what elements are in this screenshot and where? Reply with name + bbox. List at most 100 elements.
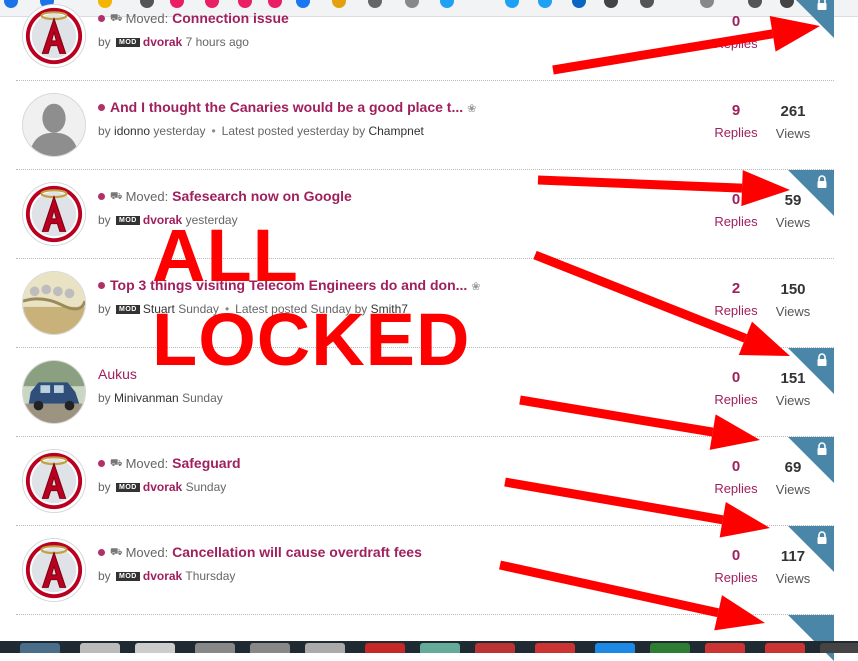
taskbar-app-icon[interactable] (250, 643, 290, 653)
attachment-icon: ❀ (467, 103, 477, 115)
post-time: Sunday (182, 391, 223, 405)
taskbar-app-icon[interactable] (765, 643, 805, 653)
lock-icon (817, 353, 827, 366)
moved-truck-icon: ⛟ (110, 546, 123, 558)
topic-row[interactable]: ⛟ Moved: Cancellation will cause overdraf… (16, 526, 834, 615)
views-label: Views (775, 215, 811, 230)
by-label: by (98, 35, 111, 49)
taskbar-app-icon[interactable] (650, 643, 690, 653)
taskbar-app-icon[interactable] (475, 643, 515, 653)
views-label: Views (775, 126, 811, 141)
taskbar (0, 641, 858, 653)
user-avatar[interactable] (22, 93, 86, 157)
angels-logo-icon (23, 539, 85, 601)
moved-truck-icon: ⛟ (110, 12, 123, 24)
taskbar-app-icon[interactable] (820, 643, 858, 653)
replies-label: Replies (714, 392, 758, 407)
replies-label: Replies (714, 303, 758, 318)
author-link[interactable]: dvorak (143, 35, 182, 49)
topic-meta-line: by Minivanman Sunday (98, 391, 658, 409)
taskbar-app-icon[interactable] (135, 643, 175, 653)
annotation-text-locked: LOCKED (152, 298, 471, 381)
author-link[interactable]: dvorak (143, 569, 182, 583)
unread-dot-icon (98, 281, 105, 289)
taskbar-app-icon[interactable] (195, 643, 235, 653)
topic-title-line: ⛟ Moved: Cancellation will cause overdraf… (98, 544, 678, 564)
taskbar-app-icon[interactable] (705, 643, 745, 653)
replies-stat: 0 Replies (706, 191, 766, 229)
topic-title-line: And I thought the Canaries would be a go… (98, 99, 678, 119)
topic-title-link[interactable]: Aukus (98, 366, 137, 382)
latest-prefix: Latest posted (221, 124, 294, 138)
angels-logo-icon (23, 450, 85, 512)
by-label: by (98, 569, 111, 583)
user-avatar[interactable] (22, 271, 86, 335)
latest-author-link[interactable]: Champnet (368, 124, 423, 138)
moved-label: Moved: (125, 456, 169, 471)
user-avatar[interactable] (22, 182, 86, 246)
angels-logo-icon (23, 183, 85, 245)
topic-title-link[interactable]: Cancellation will cause overdraft fees (172, 544, 422, 560)
by-label: by (98, 480, 111, 494)
lock-icon (817, 175, 827, 188)
taskbar-app-icon[interactable] (595, 643, 635, 653)
replies-count: 2 (731, 280, 741, 297)
topic-title-link[interactable]: Connection issue (172, 10, 289, 26)
post-time: Thursday (185, 569, 236, 583)
taskbar-app-icon[interactable] (535, 643, 575, 653)
user-avatar[interactable] (22, 538, 86, 602)
views-label: Views (775, 393, 811, 408)
replies-stat: 0 Replies (706, 369, 766, 407)
views-stat: 150 Views (763, 281, 823, 319)
replies-count: 0 (731, 547, 741, 564)
replies-stat: 0 Replies (706, 13, 766, 51)
views-count: 261 (780, 103, 806, 120)
post-time: Sunday (185, 480, 227, 494)
topic-row[interactable]: And I thought the Canaries would be a go… (16, 81, 834, 170)
topic-title-link[interactable]: Safesearch now on Google (172, 188, 352, 204)
replies-label: Replies (714, 570, 758, 585)
user-avatar[interactable] (22, 449, 86, 513)
moderator-badge: MOD (116, 305, 140, 315)
replies-stat: 9 Replies (706, 102, 766, 140)
topic-title-link[interactable]: Safeguard (172, 455, 240, 471)
taskbar-app-icon[interactable] (20, 643, 60, 653)
topic-row[interactable]: ⛟ Moved: Safesearch now on Google by MOD dv… (16, 170, 834, 259)
author-link[interactable]: idonno (114, 124, 150, 138)
views-label: Views (775, 571, 811, 586)
unread-dot-icon (98, 14, 105, 22)
moderator-badge: MOD (116, 38, 140, 48)
author-link[interactable]: dvorak (143, 480, 182, 494)
taskbar-app-icon[interactable] (365, 643, 405, 653)
user-avatar[interactable] (22, 360, 86, 424)
taskbar-app-icon[interactable] (420, 643, 460, 653)
by-label: by (98, 302, 111, 316)
topic-row[interactable]: ⛟ Moved: Connection issue by MOD dvorak 7 h… (16, 0, 834, 81)
by-label: by (98, 391, 111, 405)
taskbar-app-icon[interactable] (305, 643, 345, 653)
topic-row[interactable]: ⛟ Moved: Safeguard by MOD dvorak Sunday 0 Rep… (16, 437, 834, 526)
views-label: Views (775, 482, 811, 497)
topic-meta-line: by MOD dvorak Sunday (98, 480, 658, 498)
replies-count: 0 (731, 191, 741, 208)
moderator-badge: MOD (116, 483, 140, 493)
topic-meta-line: by MOD dvorak Thursday (98, 569, 658, 587)
moved-truck-icon: ⛟ (110, 190, 123, 202)
moved-truck-icon: ⛟ (110, 457, 123, 469)
latest-by-label: by (352, 124, 366, 138)
topic-title-link[interactable]: And I thought the Canaries would be a go… (110, 99, 463, 115)
replies-stat: 2 Replies (706, 280, 766, 318)
taskbar-app-icon[interactable] (80, 643, 120, 653)
lock-icon (817, 442, 827, 455)
user-avatar[interactable] (22, 4, 86, 68)
moved-label: Moved: (125, 11, 169, 26)
author-link[interactable]: Minivanman (114, 391, 179, 405)
separator-dot: • (211, 124, 216, 138)
moved-label: Moved: (125, 189, 169, 204)
attachment-icon: ❀ (471, 281, 481, 293)
moderator-badge: MOD (116, 572, 140, 582)
replies-count: 0 (731, 13, 741, 30)
replies-count: 0 (731, 458, 741, 475)
by-label: by (98, 124, 111, 138)
latest-time: yesterday (297, 124, 350, 138)
